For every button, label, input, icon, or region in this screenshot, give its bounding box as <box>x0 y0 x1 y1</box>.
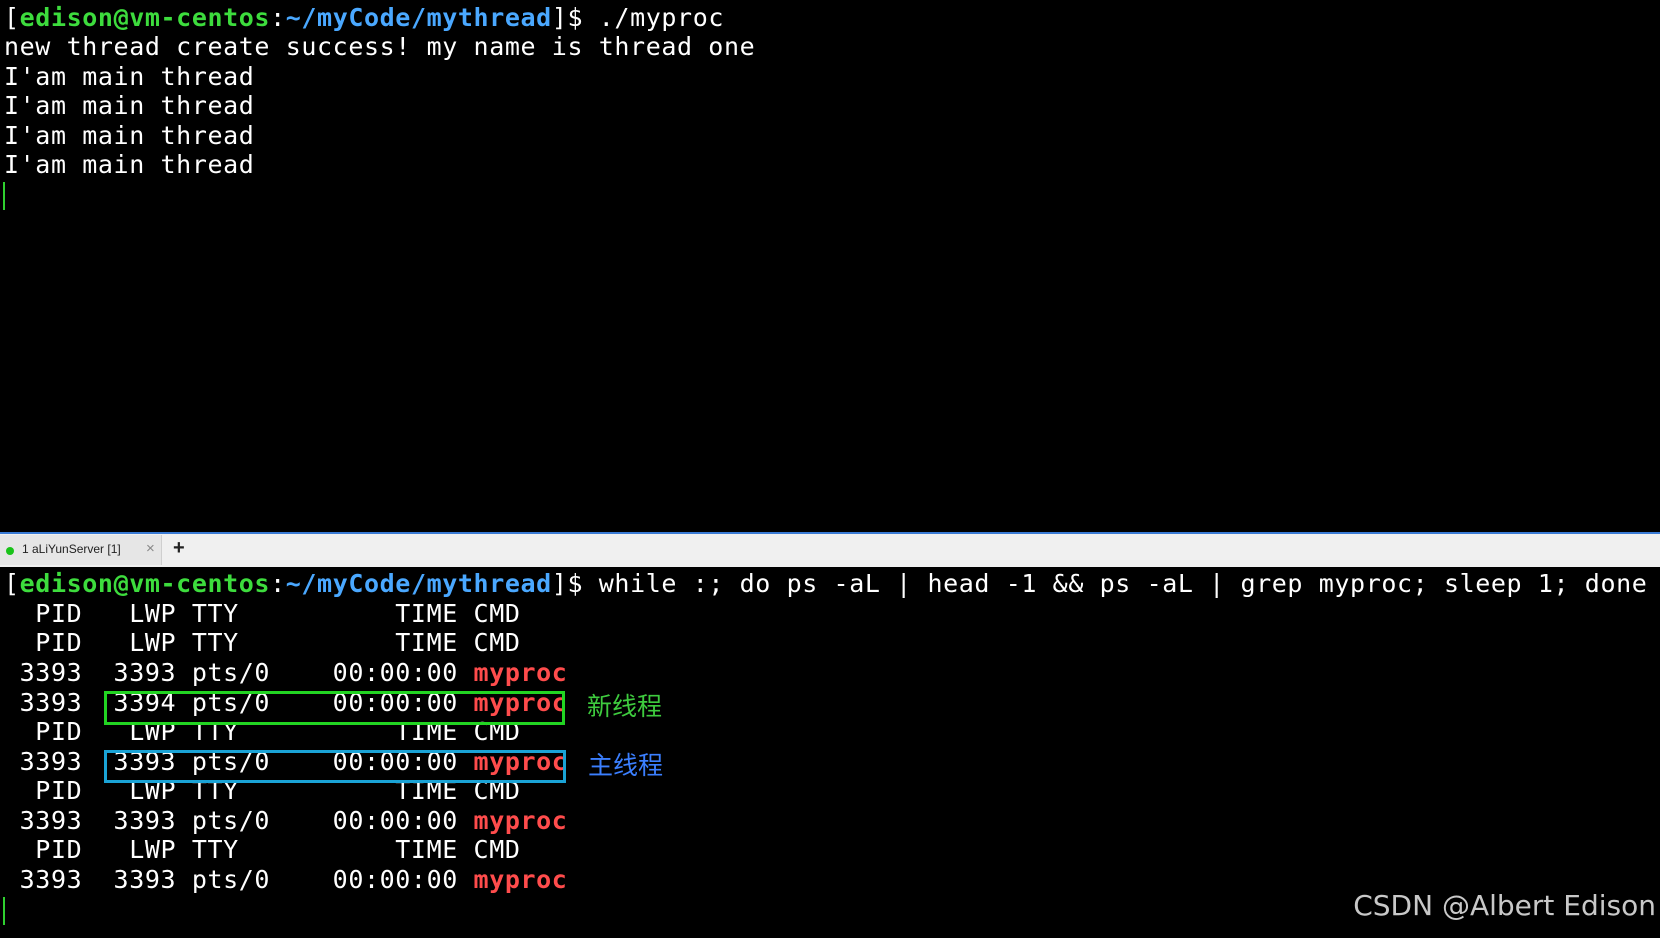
prompt-symbol: $ <box>567 569 599 598</box>
prompt-open-bracket: [ <box>4 569 20 598</box>
prompt-close-bracket: ] <box>551 3 568 32</box>
top-terminal-pane[interactable]: [edison@vm-centos:~/myCode/mythread]$ ./… <box>0 0 1660 532</box>
add-tab-button[interactable]: + <box>173 536 185 560</box>
ps-row-fields: 3393 3393 pts/0 00:00:00 <box>4 658 474 687</box>
top-prompt-line: [edison@vm-centos:~/myCode/mythread]$ ./… <box>4 3 724 32</box>
prompt-open-bracket: [ <box>4 3 20 32</box>
prompt-symbol: $ <box>567 3 599 32</box>
process-name: myproc <box>473 806 568 835</box>
prompt-path: ~/myCode/mythread <box>285 3 552 32</box>
bottom-command: while :; do ps -aL | head -1 && ps -aL |… <box>598 569 1648 598</box>
prompt-colon: : <box>270 3 286 32</box>
csdn-watermark: CSDN @Albert Edison <box>1353 889 1656 922</box>
ps-row-fields: 3393 3393 pts/0 00:00:00 <box>4 865 474 894</box>
ps-process-row: 3393 3393 pts/0 00:00:00 myproc <box>4 658 567 687</box>
ps-header-row: PID LWP TTY TIME CMD <box>4 599 521 628</box>
bottom-prompt-line: [edison@vm-centos:~/myCode/mythread]$ wh… <box>4 569 1647 598</box>
ps-header-row: PID LWP TTY TIME CMD <box>4 628 521 657</box>
ps-row-fields: 3393 3393 pts/0 00:00:00 <box>4 806 474 835</box>
tab-close-icon[interactable]: × <box>146 540 155 558</box>
prompt-user-host: edison@vm-centos <box>19 3 271 32</box>
output-line: new thread create success! my name is th… <box>4 32 756 61</box>
ps-process-row: 3393 3393 pts/0 00:00:00 myproc <box>4 806 567 835</box>
output-line: I'am main thread <box>4 150 255 179</box>
tab-aliyunserver[interactable]: 1 aLiYunServer [1] × <box>0 535 162 565</box>
top-command: ./myproc <box>598 3 724 32</box>
process-name: myproc <box>473 658 568 687</box>
ps-header-row: PID LWP TTY TIME CMD <box>4 835 521 864</box>
terminal-cursor <box>3 897 5 925</box>
terminal-cursor <box>3 182 5 210</box>
prompt-colon: : <box>270 569 286 598</box>
new-thread-highlight-box <box>104 691 565 725</box>
prompt-path: ~/myCode/mythread <box>285 569 552 598</box>
new-thread-annotation: 新线程 <box>587 692 663 721</box>
session-tab-bar: 1 aLiYunServer [1] × + <box>0 532 1660 567</box>
prompt-user-host: edison@vm-centos <box>19 569 271 598</box>
process-name: myproc <box>473 865 568 894</box>
output-line: I'am main thread <box>4 62 255 91</box>
main-thread-annotation: 主线程 <box>588 751 664 780</box>
output-line: I'am main thread <box>4 91 255 120</box>
output-line: I'am main thread <box>4 121 255 150</box>
ps-process-row: 3393 3393 pts/0 00:00:00 myproc <box>4 865 567 894</box>
connection-status-icon <box>6 547 14 555</box>
tab-label: 1 aLiYunServer [1] <box>22 542 121 556</box>
prompt-close-bracket: ] <box>551 569 568 598</box>
main-thread-highlight-box <box>104 750 566 783</box>
